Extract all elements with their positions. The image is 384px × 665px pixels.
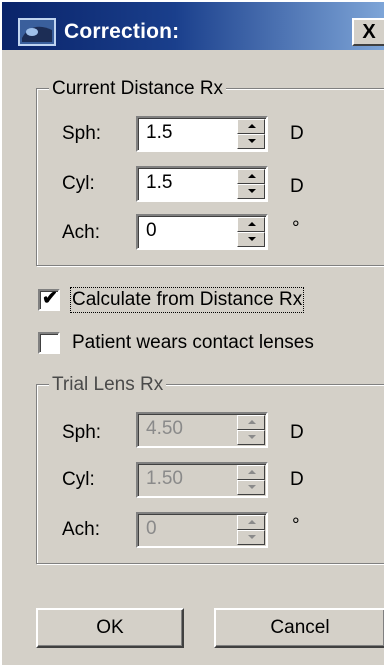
distance-ach-label: Ach: <box>62 222 101 243</box>
distance-sph-down-arrow-icon[interactable] <box>237 134 265 149</box>
trial-cyl-spinner <box>237 465 265 495</box>
trial-sph-down-arrow-icon <box>237 430 265 445</box>
trial-sph-label: Sph: <box>62 422 102 443</box>
app-icon <box>18 18 56 46</box>
distance-sph-value[interactable]: 1.5 <box>146 122 172 144</box>
distance-ach-spinbox[interactable]: 0 <box>136 214 268 250</box>
distance-cyl-down-arrow-icon[interactable] <box>237 184 265 199</box>
close-button[interactable]: X <box>352 18 384 46</box>
calculate-from-distance-label[interactable]: Calculate from Distance Rx <box>69 287 305 313</box>
contact-lenses-checkbox[interactable] <box>38 332 60 354</box>
distance-ach-unit: ° <box>292 218 300 239</box>
distance-sph-label: Sph: <box>62 123 102 144</box>
current-distance-legend: Current Distance Rx <box>49 78 227 100</box>
trial-cyl-label: Cyl: <box>62 469 95 490</box>
distance-ach-spinner <box>237 217 265 247</box>
ok-button[interactable]: OK <box>36 608 184 648</box>
distance-ach-value[interactable]: 0 <box>146 220 157 242</box>
distance-sph-spinbox[interactable]: 1.5 <box>136 116 268 152</box>
calculate-from-distance-checkbox[interactable]: ✔ <box>38 288 60 311</box>
trial-ach-down-arrow-icon <box>237 530 265 545</box>
distance-ach-up-arrow-icon[interactable] <box>237 217 265 232</box>
trial-ach-up-arrow-icon <box>237 515 265 530</box>
distance-cyl-unit: D <box>290 176 304 197</box>
distance-ach-down-arrow-icon[interactable] <box>237 232 265 247</box>
trial-cyl-value: 1.50 <box>146 468 183 489</box>
trial-cyl-up-arrow-icon <box>237 465 265 480</box>
distance-cyl-spinbox[interactable]: 1.5 <box>136 166 268 202</box>
window-title: Correction: <box>64 20 180 43</box>
distance-sph-up-arrow-icon[interactable] <box>237 119 265 134</box>
trial-sph-up-arrow-icon <box>237 415 265 430</box>
trial-cyl-down-arrow-icon <box>237 480 265 495</box>
title-bar[interactable]: Correction: X <box>2 2 384 50</box>
trial-cyl-spinbox: 1.50 <box>136 462 268 498</box>
trial-ach-spinbox: 0 <box>136 512 268 548</box>
trial-ach-spinner <box>237 515 265 545</box>
trial-sph-spinbox: 4.50 <box>136 412 268 448</box>
trial-sph-spinner <box>237 415 265 445</box>
trial-ach-value: 0 <box>146 518 157 539</box>
trial-cyl-unit: D <box>290 469 304 490</box>
distance-cyl-spinner <box>237 169 265 199</box>
distance-cyl-up-arrow-icon[interactable] <box>237 169 265 184</box>
distance-cyl-label: Cyl: <box>62 173 95 194</box>
distance-sph-unit: D <box>290 123 304 144</box>
trial-sph-value: 4.50 <box>146 418 183 439</box>
contact-lenses-label[interactable]: Patient wears contact lenses <box>72 332 314 354</box>
correction-dialog: Correction: X Current Distance Rx Sph: 1… <box>0 0 384 665</box>
trial-lens-legend: Trial Lens Rx <box>49 374 167 396</box>
trial-ach-label: Ach: <box>62 519 101 540</box>
checkmark-icon: ✔ <box>42 288 58 309</box>
trial-sph-unit: D <box>290 422 304 443</box>
distance-sph-spinner <box>237 119 265 149</box>
cancel-button[interactable]: Cancel <box>214 608 384 648</box>
trial-ach-unit: ° <box>292 515 300 536</box>
distance-cyl-value[interactable]: 1.5 <box>146 172 172 194</box>
